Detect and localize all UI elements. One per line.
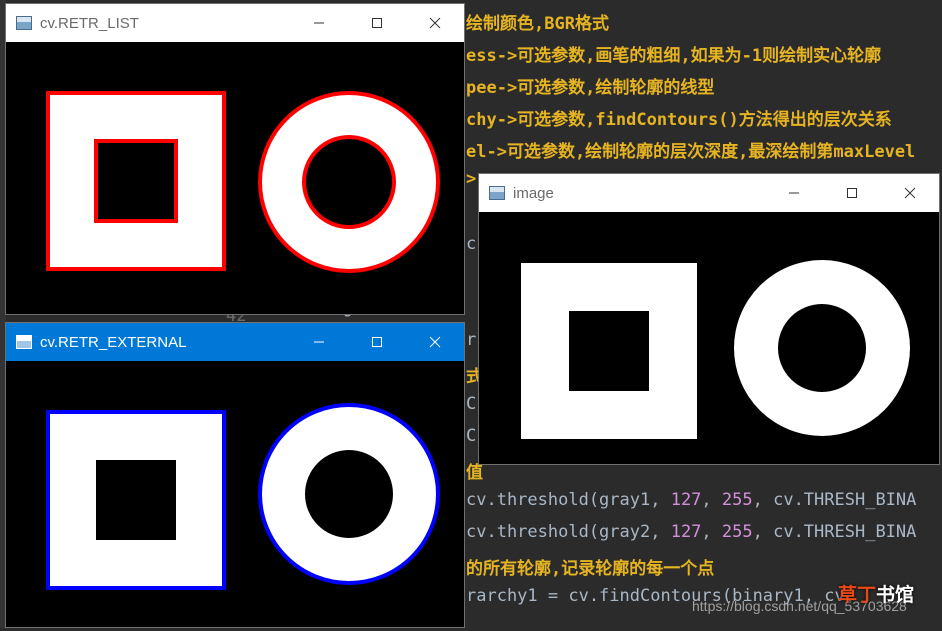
inner-square: [96, 460, 176, 540]
close-icon: [429, 17, 441, 29]
code-line: r: [466, 330, 477, 350]
minimize-icon: [314, 22, 324, 24]
code-line: C: [466, 426, 477, 446]
inner-circle: [778, 304, 866, 392]
titlebar-retr-external[interactable]: cv.RETR_EXTERNAL: [6, 323, 464, 361]
inner-square: [96, 141, 176, 221]
window-retr-external[interactable]: cv.RETR_EXTERNAL: [5, 322, 465, 628]
image-canvas-retr-external: [6, 361, 464, 627]
window-app-icon: [16, 16, 32, 30]
code-line: C: [466, 394, 477, 414]
close-icon: [429, 336, 441, 348]
inner-square: [569, 311, 649, 391]
site-logo: 草丁书馆: [838, 584, 915, 606]
code-line: ess->可选参数,画笔的粗细,如果为-1则绘制实心轮廓: [466, 46, 882, 66]
code-line: >: [466, 169, 477, 189]
code-line: 绘制颜色,BGR格式: [466, 14, 609, 34]
window-app-icon: [16, 335, 32, 349]
window-retr-list[interactable]: cv.RETR_LIST: [5, 3, 465, 315]
window-image[interactable]: image: [478, 173, 940, 465]
titlebar-retr-list[interactable]: cv.RETR_LIST: [6, 4, 464, 42]
code-line: c: [466, 234, 477, 254]
maximize-icon: [372, 337, 382, 347]
minimize-icon: [314, 341, 324, 343]
maximize-button[interactable]: [823, 174, 881, 212]
code-line: 的所有轮廓,记录轮廓的每一个点: [466, 559, 715, 579]
window-title: image: [513, 184, 554, 202]
close-button[interactable]: [406, 4, 464, 42]
titlebar-image[interactable]: image: [479, 174, 939, 212]
maximize-icon: [847, 188, 857, 198]
code-line: el->可选参数,绘制轮廓的层次深度,最深绘制第maxLevel: [466, 142, 916, 162]
code-line: cv.threshold(gray2, 127, 255, cv.THRESH_…: [466, 522, 917, 542]
code-line: chy->可选参数,findContours()方法得出的层次关系: [466, 110, 892, 130]
minimize-button[interactable]: [765, 174, 823, 212]
window-title: cv.RETR_LIST: [40, 14, 139, 32]
maximize-icon: [372, 18, 382, 28]
maximize-button[interactable]: [348, 323, 406, 361]
minimize-button[interactable]: [290, 323, 348, 361]
code-line: cv.threshold(gray1, 127, 255, cv.THRESH_…: [466, 490, 917, 510]
minimize-button[interactable]: [290, 4, 348, 42]
code-line: pee->可选参数,绘制轮廓的线型: [466, 78, 715, 98]
close-icon: [904, 187, 916, 199]
maximize-button[interactable]: [348, 4, 406, 42]
close-button[interactable]: [881, 174, 939, 212]
minimize-icon: [789, 192, 799, 194]
image-canvas-original: [479, 212, 939, 464]
window-app-icon: [489, 186, 505, 200]
image-canvas-retr-list: [6, 42, 464, 314]
window-title: cv.RETR_EXTERNAL: [40, 333, 187, 351]
close-button[interactable]: [406, 323, 464, 361]
inner-circle: [305, 450, 393, 538]
